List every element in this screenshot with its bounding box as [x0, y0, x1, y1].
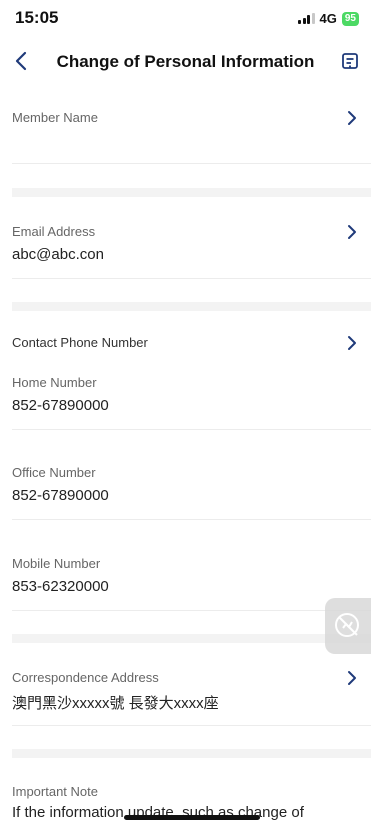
mobile-number-value: 853-62320000: [12, 578, 109, 595]
chevron-right-icon: [348, 225, 356, 239]
contact-phone-row[interactable]: Contact Phone Number: [12, 335, 359, 355]
chevron-right-icon: [348, 671, 356, 685]
status-indicators: 4G 95: [298, 11, 359, 26]
section-gap: [12, 634, 371, 643]
divider: [12, 610, 371, 611]
section-gap: [12, 749, 371, 758]
office-number-label: Office Number: [12, 465, 96, 480]
network-type: 4G: [319, 11, 337, 26]
email-value: abc@abc.con: [12, 246, 104, 263]
divider: [12, 725, 371, 726]
important-note-label: Important Note: [12, 784, 98, 799]
signal-icon: [298, 13, 315, 24]
section-gap: [12, 188, 371, 197]
divider: [12, 278, 371, 279]
office-number-value: 852-67890000: [12, 487, 109, 504]
section-gap: [12, 302, 371, 311]
divider: [12, 519, 371, 520]
battery-icon: 95: [341, 11, 359, 26]
nav-bar: Change of Personal Information: [0, 40, 371, 84]
divider: [12, 429, 371, 430]
home-number-label: Home Number: [12, 375, 97, 390]
assistive-icon: [335, 613, 359, 637]
contact-phone-label: Contact Phone Number: [12, 335, 148, 350]
status-bar: 15:05 4G 95: [0, 0, 371, 36]
divider: [12, 163, 371, 164]
status-time: 15:05: [15, 8, 59, 27]
assistive-button[interactable]: [325, 598, 371, 654]
chevron-right-icon: [348, 111, 356, 125]
address-row[interactable]: Correspondence Address 澳門黑沙xxxxx號 長發大xxx…: [12, 670, 359, 714]
member-name-row[interactable]: Member Name: [12, 110, 359, 150]
member-name-label: Member Name: [12, 110, 98, 125]
form-icon[interactable]: [339, 50, 361, 72]
email-row[interactable]: Email Address abc@abc.con: [12, 224, 359, 268]
chevron-right-icon: [348, 336, 356, 350]
page-title: Change of Personal Information: [56, 52, 315, 71]
address-value: 澳門黑沙xxxxx號 長發大xxxx座: [12, 695, 219, 712]
address-label: Correspondence Address: [12, 670, 159, 685]
mobile-number-row: Mobile Number 853-62320000: [12, 556, 359, 595]
home-number-value: 852-67890000: [12, 397, 109, 414]
home-indicator: [124, 815, 260, 820]
office-number-row: Office Number 852-67890000: [12, 465, 359, 504]
email-label: Email Address: [12, 224, 96, 239]
home-number-row: Home Number 852-67890000: [12, 375, 359, 414]
mobile-number-label: Mobile Number: [12, 556, 101, 571]
